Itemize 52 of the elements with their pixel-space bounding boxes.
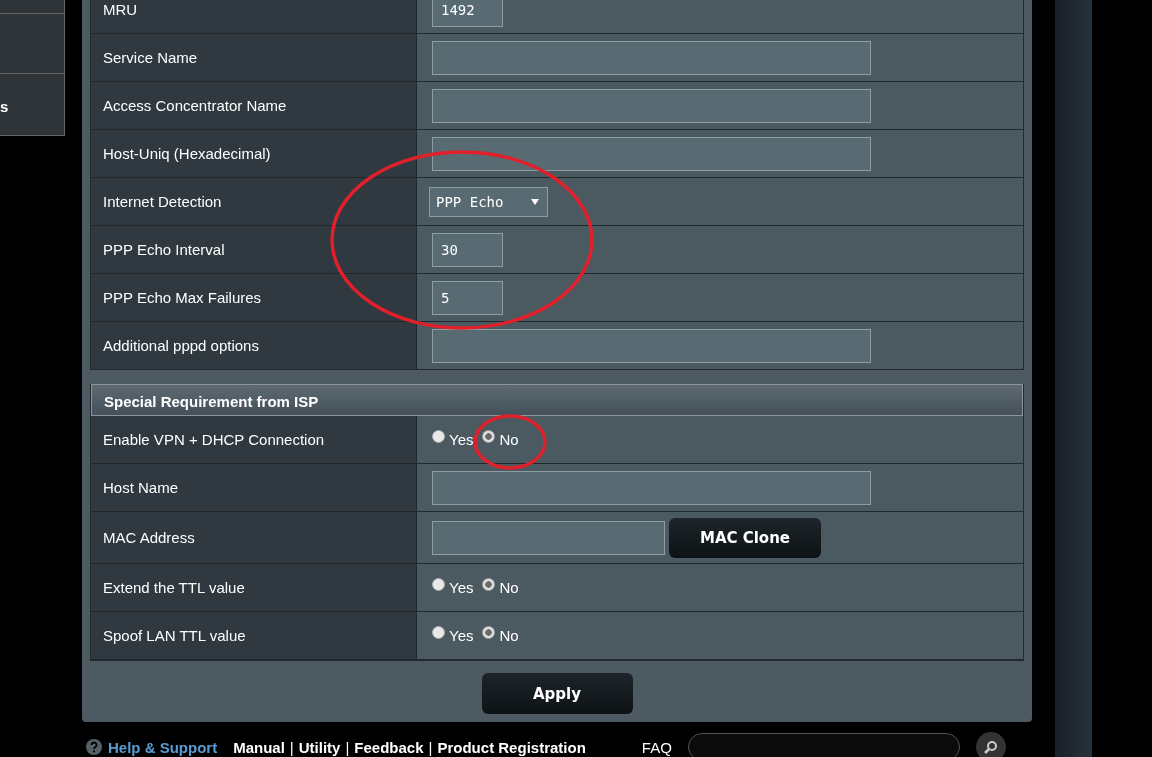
radio-label[interactable]: No <box>499 431 519 448</box>
field-label: Spoof LAN TTL value <box>91 612 417 659</box>
input-field[interactable] <box>432 88 871 123</box>
apply-button[interactable]: Apply <box>481 673 633 714</box>
field-label: Internet Detection <box>91 178 417 225</box>
search-button[interactable] <box>975 732 1006 757</box>
input-field[interactable] <box>432 40 871 75</box>
field-label: PPP Echo Max Failures <box>91 274 417 321</box>
radio-button[interactable] <box>432 430 445 443</box>
field-label: Enable VPN + DHCP Connection <box>91 416 417 463</box>
separator: | <box>345 738 350 756</box>
search-field[interactable] <box>687 733 960 757</box>
radio-button[interactable] <box>482 626 496 639</box>
field-label: Service Name <box>91 34 417 81</box>
input-field[interactable]: 30 <box>432 232 503 267</box>
radio-label[interactable]: Yes <box>449 431 474 448</box>
input-field[interactable] <box>432 520 665 555</box>
footer-link[interactable]: Feedback <box>354 738 424 756</box>
footer-link[interactable]: Product Registration <box>437 738 586 756</box>
radio-label[interactable]: Yes <box>449 627 474 644</box>
input-field[interactable] <box>432 328 871 363</box>
field-label: Access Concentrator Name <box>91 82 417 129</box>
input-field[interactable] <box>432 136 871 171</box>
sidebar-item[interactable]: s <box>0 74 64 135</box>
field-label: Extend the TTL value <box>91 564 417 611</box>
separator: | <box>289 738 294 756</box>
field-label: PPP Echo Interval <box>91 226 417 273</box>
field-label: Additional pppd options <box>91 322 417 369</box>
mac-clone-button[interactable]: MAC Clone <box>669 517 821 558</box>
field-label: Host Name <box>91 464 417 511</box>
input-field[interactable]: 1492 <box>432 0 503 27</box>
radio-label[interactable]: No <box>499 579 519 596</box>
radio-button[interactable] <box>482 578 496 591</box>
dropdown[interactable]: PPP Echo <box>429 186 548 217</box>
input-field[interactable] <box>432 470 871 505</box>
footer-link[interactable]: Manual <box>233 738 285 756</box>
separator: | <box>428 738 433 756</box>
field-label: MAC Address <box>91 512 417 563</box>
radio-label[interactable]: No <box>499 627 519 644</box>
help-support-link[interactable]: Help & Support <box>108 738 218 756</box>
radio-label[interactable]: Yes <box>449 579 474 596</box>
radio-button[interactable] <box>432 626 445 639</box>
footer-link[interactable]: Utility <box>298 738 341 756</box>
caret-icon <box>531 198 539 205</box>
faq-label: FAQ <box>641 738 672 756</box>
input-field[interactable]: 5 <box>432 280 503 315</box>
field-label: MRU <box>91 0 417 33</box>
search-icon <box>983 740 998 754</box>
radio-button[interactable] <box>432 578 445 591</box>
field-label: Host-Uniq (Hexadecimal) <box>91 130 417 177</box>
radio-button[interactable] <box>482 430 496 443</box>
section-header: Special Requirement from ISP <box>91 384 1023 416</box>
